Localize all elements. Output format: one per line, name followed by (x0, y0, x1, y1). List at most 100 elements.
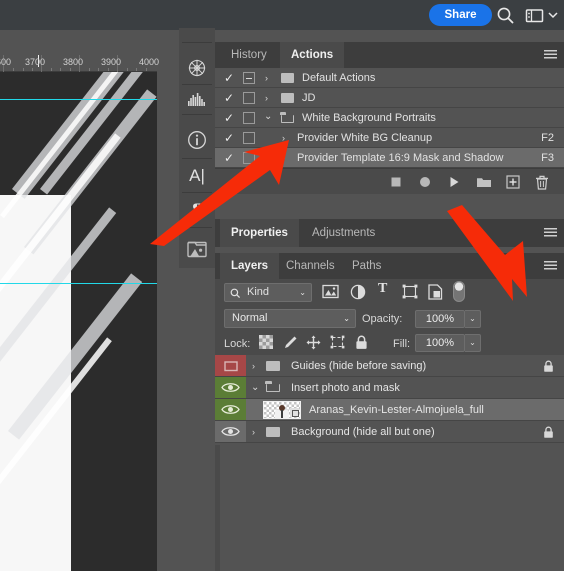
record-button[interactable] (418, 175, 432, 194)
libraries-icon[interactable] (182, 227, 212, 265)
action-dialog-toggle[interactable] (243, 132, 255, 144)
chevron-right-icon[interactable]: › (282, 133, 290, 143)
share-button[interactable]: Share (429, 4, 492, 26)
action-dialog-toggle[interactable] (243, 92, 255, 104)
actions-toolbar (215, 168, 564, 194)
properties-panel-tabstrip: Properties Adjustments (215, 219, 564, 247)
photoshop-window: Share 600 3700 3800 3900 4000 (0, 0, 564, 571)
action-enabled-check[interactable]: ✓ (223, 71, 235, 85)
new-set-button[interactable] (476, 175, 492, 194)
tab-history[interactable]: History (220, 42, 278, 68)
layer-kind-filter[interactable]: Kind ⌄ (224, 283, 312, 302)
layer-lock-icon[interactable] (543, 426, 554, 444)
action-row[interactable]: ✓ › Default Actions (215, 68, 564, 88)
action-row[interactable]: ✓ ⌄ White Background Portraits (215, 108, 564, 128)
chevron-down-icon[interactable] (547, 9, 559, 21)
lock-image-pixels-icon[interactable] (283, 335, 298, 355)
table-row[interactable]: › Background (hide all but one) (215, 421, 564, 443)
lock-row: Lock: Fill: 100% ⌄ (215, 331, 564, 355)
canvas-guide-line (0, 99, 157, 100)
layer-name: Guides (hide before saving) (291, 360, 427, 372)
tab-channels[interactable]: Channels (275, 253, 346, 279)
pixel-layer-filter-icon[interactable] (322, 284, 339, 304)
application-top-bar: Share (0, 0, 564, 30)
chevron-down-icon[interactable]: ⌄ (264, 112, 272, 122)
layer-visibility-toggle[interactable] (215, 421, 246, 442)
tab-layers[interactable]: Layers (220, 253, 280, 279)
chevron-down-icon[interactable]: ⌄ (299, 284, 306, 301)
layer-visibility-toggle[interactable] (215, 399, 246, 420)
action-enabled-check[interactable]: ✓ (223, 151, 235, 165)
histogram-icon[interactable] (182, 84, 212, 112)
panel-menu-icon[interactable] (544, 228, 557, 238)
actions-list[interactable]: ✓ › Default Actions ✓ › JD ✓ ⌄ White Bac (215, 68, 564, 168)
chevron-down-icon[interactable]: ⌄ (251, 382, 259, 393)
blend-mode-select[interactable]: Normal ⌄ (224, 309, 356, 328)
fill-stepper[interactable]: ⌄ (465, 334, 481, 352)
horizontal-ruler: 600 3700 3800 3900 4000 (0, 55, 160, 72)
panel-menu-icon[interactable] (544, 50, 557, 60)
action-set-folder-icon (281, 73, 294, 83)
filter-toggle-switch[interactable] (453, 281, 465, 307)
sidebar-panel-icon[interactable] (525, 6, 544, 25)
action-row[interactable]: ✓ › JD (215, 88, 564, 108)
action-dialog-toggle[interactable] (243, 112, 255, 124)
lock-all-icon[interactable] (355, 335, 368, 355)
action-dialog-toggle[interactable] (243, 72, 255, 84)
stop-button[interactable] (389, 175, 403, 194)
chevron-right-icon[interactable]: › (252, 361, 255, 371)
opacity-stepper[interactable]: ⌄ (465, 310, 481, 328)
layer-group-folder-icon (266, 427, 280, 437)
play-button[interactable] (447, 175, 461, 194)
chevron-right-icon[interactable]: › (265, 93, 273, 103)
adjustment-layer-filter-icon[interactable] (350, 284, 366, 305)
chevron-right-icon[interactable]: › (282, 153, 290, 163)
ruler-label: 600 (0, 57, 12, 67)
type-layer-filter-icon[interactable]: T (378, 281, 387, 297)
chevron-right-icon[interactable]: › (265, 73, 273, 83)
opacity-input[interactable]: 100% (415, 310, 465, 328)
table-row[interactable]: ⌄ Insert photo and mask (215, 377, 564, 399)
action-label: Default Actions (302, 72, 376, 84)
tab-actions[interactable]: Actions (280, 42, 345, 68)
action-label: Provider White BG Cleanup (297, 132, 433, 144)
layer-thumbnail[interactable] (263, 401, 301, 419)
lock-transparency-icon[interactable] (259, 335, 273, 354)
layer-lock-icon[interactable] (543, 360, 554, 378)
new-action-button[interactable] (506, 175, 520, 194)
layers-list[interactable]: › Guides (hide before saving) ⌄ Insert p… (215, 355, 564, 445)
smart-object-filter-icon[interactable] (428, 284, 443, 305)
lock-position-icon[interactable] (306, 335, 321, 355)
paragraph-icon[interactable]: ¶ (182, 192, 212, 226)
action-enabled-check[interactable]: ✓ (223, 91, 235, 105)
action-row[interactable]: ✓ › Provider Template 16:9 Mask and Shad… (215, 148, 564, 168)
action-enabled-check[interactable]: ✓ (223, 131, 235, 145)
character-icon[interactable]: A| (182, 158, 212, 192)
tab-adjustments[interactable]: Adjustments (301, 219, 386, 247)
shape-layer-filter-icon[interactable] (402, 284, 418, 304)
table-row[interactable]: › Guides (hide before saving) (215, 355, 564, 377)
chevron-down-icon[interactable]: ⌄ (343, 310, 350, 327)
fill-input[interactable]: 100% (415, 334, 465, 352)
document-canvas[interactable] (0, 72, 157, 571)
search-icon[interactable] (496, 6, 515, 25)
layers-empty-area (215, 445, 564, 571)
tab-paths[interactable]: Paths (341, 253, 392, 279)
opacity-label: Opacity: (362, 313, 403, 325)
navigator-icon[interactable] (182, 42, 212, 84)
layer-visibility-toggle[interactable] (215, 377, 246, 398)
table-row[interactable]: Aranas_Kevin-Lester-Almojuela_full (215, 399, 564, 421)
action-dialog-toggle[interactable] (243, 152, 255, 164)
chevron-right-icon[interactable]: › (252, 427, 255, 437)
action-enabled-check[interactable]: ✓ (223, 111, 235, 125)
info-icon[interactable] (182, 114, 212, 156)
action-shortcut-key: F2 (541, 132, 554, 144)
panel-menu-icon[interactable] (544, 261, 557, 271)
ruler-label: 4000 (139, 57, 160, 67)
layers-panel-tabstrip: Layers Channels Paths (215, 253, 564, 279)
lock-artboard-nesting-icon[interactable] (330, 335, 345, 354)
delete-button[interactable] (535, 175, 549, 195)
tab-properties[interactable]: Properties (220, 219, 299, 247)
layer-visibility-toggle[interactable] (215, 355, 246, 376)
action-row[interactable]: ✓ › Provider White BG Cleanup F2 (215, 128, 564, 148)
